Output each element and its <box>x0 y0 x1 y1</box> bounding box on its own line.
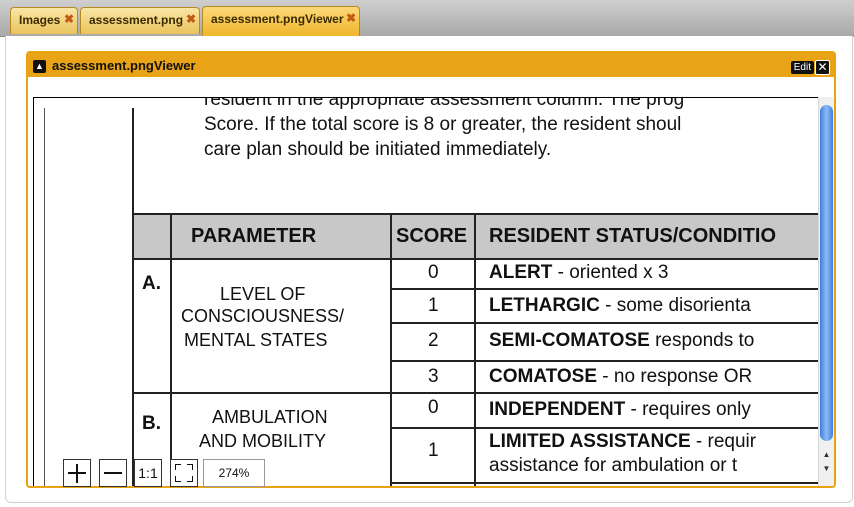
table-rule <box>392 288 818 290</box>
status-cell: INDEPENDENT - requires only <box>489 399 751 421</box>
section-letter: B. <box>142 413 161 434</box>
close-icon[interactable]: ✕ <box>815 60 830 75</box>
parameter-line: CONSCIOUSNESS/ <box>181 306 345 326</box>
status-detail: - requir <box>690 431 757 452</box>
table-rule <box>132 392 818 394</box>
status-term: LETHARGIC <box>489 295 600 316</box>
intro-line: care plan should be initiated immediatel… <box>204 139 552 160</box>
score-value: 2 <box>428 330 439 351</box>
tab-label: Images <box>19 13 61 27</box>
tab-assessment-png[interactable]: assessment.png ✖ <box>80 7 200 34</box>
parameter-line: AMBULATION <box>212 407 328 427</box>
scroll-thumb[interactable] <box>820 105 833 441</box>
status-term: ALERT <box>489 262 553 283</box>
image-canvas[interactable]: resident in the appropriate assessment c… <box>33 97 819 486</box>
scroll-down-arrow-icon[interactable]: ▼ <box>819 463 834 475</box>
header-score: SCORE <box>396 225 468 247</box>
tab-label: assessment.pngViewer <box>211 12 344 26</box>
vertical-scrollbar[interactable]: ▲ ▼ <box>818 97 834 486</box>
status-cell: ALERT - oriented x 3 <box>489 262 669 284</box>
tab-assessment-png-viewer[interactable]: assessment.pngViewer ✖ <box>202 6 360 36</box>
tab-label: assessment.png <box>89 13 184 27</box>
status-cell: SEMI-COMATOSE responds to <box>489 330 754 352</box>
score-value: 1 <box>428 295 439 316</box>
tab-close-icon[interactable]: ✖ <box>64 12 74 26</box>
status-term: COMATOSE <box>489 366 598 387</box>
tab-close-icon[interactable]: ✖ <box>186 12 196 26</box>
table-rule <box>170 214 172 486</box>
score-value: 1 <box>428 440 439 461</box>
triangle-up-icon[interactable]: ▲ <box>33 60 46 73</box>
status-cell: LETHARGIC - some disorienta <box>489 295 751 317</box>
tab-strip: Images ✖ assessment.png ✖ assessment.png… <box>0 0 854 37</box>
status-detail: responds to <box>649 330 755 351</box>
table-rule <box>390 214 392 486</box>
intro-line: resident in the appropriate assessment c… <box>204 97 685 110</box>
status-detail: - no response OR <box>597 366 753 387</box>
score-value: 0 <box>428 397 439 418</box>
header-parameter: PARAMETER <box>191 225 317 247</box>
status-cell: LIMITED ASSISTANCE - requir <box>489 431 756 453</box>
document-image: resident in the appropriate assessment c… <box>34 97 818 486</box>
edit-button[interactable]: Edit <box>790 61 814 74</box>
status-term: SEMI-COMATOSE <box>489 330 650 351</box>
actual-size-button[interactable]: 1:1 <box>134 459 162 487</box>
tab-images[interactable]: Images ✖ <box>10 7 78 34</box>
table-rule <box>392 360 818 362</box>
score-value: 3 <box>428 366 439 387</box>
section-letter: A. <box>142 273 161 294</box>
page-left-rule <box>132 108 134 486</box>
parameter-line: AND MOBILITY <box>199 431 327 451</box>
status-detail: - oriented x 3 <box>552 262 669 283</box>
page-edge <box>44 108 45 486</box>
score-value: 0 <box>428 262 439 283</box>
parameter-line: MENTAL STATES <box>184 330 328 350</box>
status-term: LIMITED ASSISTANCE <box>489 431 691 452</box>
intro-line: Score. If the total score is 8 or greate… <box>204 114 682 135</box>
table-rule <box>392 322 818 324</box>
status-detail: - requires only <box>625 399 751 420</box>
tab-close-icon[interactable]: ✖ <box>346 11 356 25</box>
zoom-out-button[interactable] <box>99 459 127 487</box>
zoom-in-button[interactable] <box>63 459 91 487</box>
status-detail: - some disorienta <box>599 295 751 316</box>
status-line: assistance for ambulation or t <box>489 455 738 476</box>
fit-to-window-button[interactable] <box>170 459 198 487</box>
viewer-title: assessment.pngViewer <box>52 58 196 73</box>
zoom-level-display: 274% <box>203 459 265 487</box>
table-rule <box>474 214 476 486</box>
table-rule <box>392 427 818 429</box>
table-rule <box>392 482 818 484</box>
status-cell: COMATOSE - no response OR <box>489 366 752 388</box>
image-viewer-window: ▲ assessment.pngViewer Edit ✕ resident i… <box>26 51 836 488</box>
scroll-up-arrow-icon[interactable]: ▲ <box>819 449 834 461</box>
viewer-titlebar[interactable]: ▲ assessment.pngViewer Edit ✕ <box>28 53 834 77</box>
header-status: RESIDENT STATUS/CONDITIO <box>489 225 777 247</box>
status-term: INDEPENDENT <box>489 399 626 420</box>
parameter-line: LEVEL OF <box>220 284 306 304</box>
